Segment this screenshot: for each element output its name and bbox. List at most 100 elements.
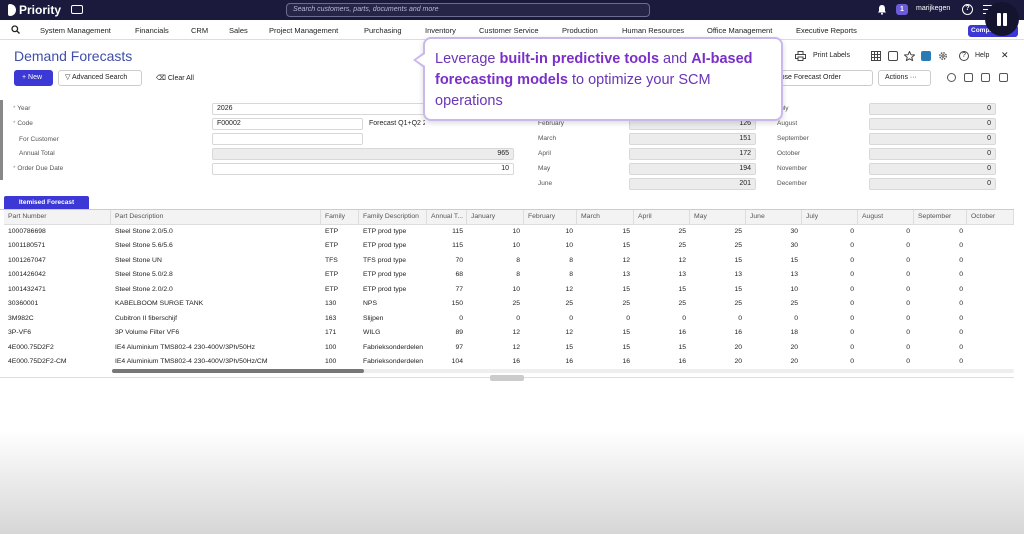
nav-crm[interactable]: CRM	[191, 26, 208, 35]
year-field[interactable]: 2026	[212, 103, 427, 115]
table-cell: 1001432471	[8, 285, 46, 293]
user-avatar[interactable]: 1	[896, 4, 908, 15]
table-cell: 0	[569, 314, 573, 322]
more-icon[interactable]	[999, 73, 1008, 82]
column-header[interactable]: Annual T...	[427, 210, 467, 225]
priority-logo[interactable]: Priority	[8, 3, 61, 17]
table-row[interactable]: 4E000.75D2F2 IE4 Aluminium TMS802-4 230-4…	[4, 341, 1014, 356]
column-header[interactable]: Part Description	[111, 210, 321, 225]
table-cell: 0	[906, 300, 910, 307]
table-cell: 0	[959, 271, 963, 278]
table-cell: Steel Stone UN	[115, 256, 162, 264]
search-icon[interactable]	[11, 25, 20, 34]
nav-human-resources[interactable]: Human Resources	[622, 26, 684, 35]
table-row[interactable]: 30360001 KABELBOOM SURGE TANK 130 NPS 150 25 2…	[4, 297, 1014, 312]
column-header[interactable]: May	[690, 210, 746, 225]
column-header[interactable]: October	[967, 210, 1014, 225]
table-cell: Cubitron II fiberschijf	[115, 314, 177, 322]
table-cell: 15	[622, 285, 630, 293]
username[interactable]: marijkegen	[916, 5, 950, 12]
order-due-date-field[interactable]: 10	[212, 163, 514, 175]
table-cell: 0	[959, 358, 963, 365]
printer-icon[interactable]	[795, 51, 806, 61]
table-cell: 25	[790, 300, 798, 307]
horizontal-scrollbar[interactable]	[112, 369, 1014, 373]
nav-customer-service[interactable]: Customer Service	[479, 26, 539, 35]
excel-export-icon[interactable]	[921, 51, 931, 61]
table-cell: 10	[512, 285, 520, 293]
global-search-input[interactable]: Search customers, parts, documents and m…	[286, 3, 650, 17]
table-row[interactable]: 1001267047 Steel Stone UN TFS TFS prod type…	[4, 254, 1014, 269]
table-row[interactable]: 1001180571 Steel Stone 5.6/5.6 ETP ETP prod…	[4, 239, 1014, 254]
resize-handle[interactable]	[490, 375, 524, 381]
column-header[interactable]: March	[577, 210, 634, 225]
print-labels-button[interactable]: Print Labels	[813, 52, 850, 59]
column-header[interactable]: June	[746, 210, 802, 225]
help-link[interactable]: Help	[975, 52, 989, 59]
delete-icon[interactable]	[964, 73, 973, 82]
table-row[interactable]: 3M982C Cubitron II fiberschijf 163 Slijpen 0…	[4, 312, 1014, 327]
table-cell: IE4 Aluminium TMS802-4 230-400V/3Ph/50Hz…	[115, 358, 268, 365]
table-cell: 1001267047	[8, 256, 46, 264]
tooltip-text: and	[659, 51, 692, 67]
column-header[interactable]: January	[467, 210, 524, 225]
table-cell: 20	[790, 343, 798, 351]
star-icon[interactable]	[904, 51, 915, 61]
nav-system-management[interactable]: System Management	[40, 26, 111, 35]
table-row[interactable]: 1001426042 Steel Stone 5.0/2.8 ETP ETP prod…	[4, 268, 1014, 283]
pause-video-button[interactable]	[985, 2, 1019, 36]
edit-form-icon[interactable]	[888, 51, 898, 61]
actions-button[interactable]: Actions ···	[878, 70, 931, 86]
table-cell: Slijpen	[363, 314, 384, 322]
nav-production[interactable]: Production	[562, 26, 598, 35]
help-circle-icon[interactable]: ?	[962, 4, 973, 15]
scrollbar-thumb[interactable]	[112, 369, 364, 373]
code-label: Code	[13, 120, 33, 127]
code-field[interactable]: F00002	[212, 118, 363, 130]
new-button[interactable]: + New	[14, 70, 53, 86]
table-row[interactable]: 3P-VF6 3P Volume Filter VF6 171 WILG 89 12 12 1…	[4, 326, 1014, 341]
nav-project-management[interactable]: Project Management	[269, 26, 338, 35]
bell-icon[interactable]	[877, 4, 887, 15]
table-cell: 0	[906, 314, 910, 322]
close-icon[interactable]: ✕	[1001, 50, 1009, 61]
table-cell: 30	[790, 227, 798, 235]
nav-executive-reports[interactable]: Executive Reports	[796, 26, 857, 35]
month-value-field: 0	[869, 178, 996, 190]
help-icon[interactable]: ?	[959, 51, 969, 61]
column-header[interactable]: Part Number	[4, 210, 111, 225]
table-cell: 0	[850, 358, 854, 365]
column-header[interactable]: September	[914, 210, 967, 225]
for-customer-field[interactable]	[212, 133, 363, 145]
page-title: Demand Forecasts	[14, 48, 133, 64]
tab-itemised-forecast[interactable]: Itemised Forecast	[4, 196, 89, 209]
nav-financials[interactable]: Financials	[135, 26, 169, 35]
month-label: December	[777, 180, 807, 187]
table-row[interactable]: 4E000.75D2F2-CM IE4 Aluminium TMS802-4 23…	[4, 355, 1014, 370]
month-value-field: 172	[629, 148, 756, 160]
settings-gear-icon[interactable]	[938, 51, 948, 61]
nav-office-management[interactable]: Office Management	[707, 26, 772, 35]
clear-all-button[interactable]: ⌫ Clear All	[156, 74, 194, 82]
column-header[interactable]: August	[858, 210, 914, 225]
grid-view-icon[interactable]	[871, 51, 881, 61]
column-header[interactable]: Family Description	[359, 210, 427, 225]
table-cell: 25	[565, 300, 573, 307]
table-row[interactable]: 1000786698 Steel Stone 2.0/5.0 ETP ETP prod…	[4, 225, 1014, 240]
column-header[interactable]: Family	[321, 210, 359, 225]
table-cell: 20	[790, 358, 798, 365]
column-header[interactable]: April	[634, 210, 690, 225]
share-icon[interactable]	[981, 73, 990, 82]
nav-sales[interactable]: Sales	[229, 26, 248, 35]
column-header[interactable]: February	[524, 210, 577, 225]
advanced-search-button[interactable]: ▽ Advanced Search	[58, 70, 142, 86]
column-header[interactable]: July	[802, 210, 858, 225]
table-cell: 0	[850, 329, 854, 336]
refresh-icon[interactable]	[947, 73, 956, 82]
nav-inventory[interactable]: Inventory	[425, 26, 456, 35]
id-card-icon[interactable]	[71, 5, 83, 14]
nav-purchasing[interactable]: Purchasing	[364, 26, 402, 35]
table-row[interactable]: 1001432471 Steel Stone 2.0/2.0 ETP ETP prod…	[4, 283, 1014, 298]
table-cell	[967, 254, 1014, 269]
table-cell: 0	[626, 314, 630, 322]
